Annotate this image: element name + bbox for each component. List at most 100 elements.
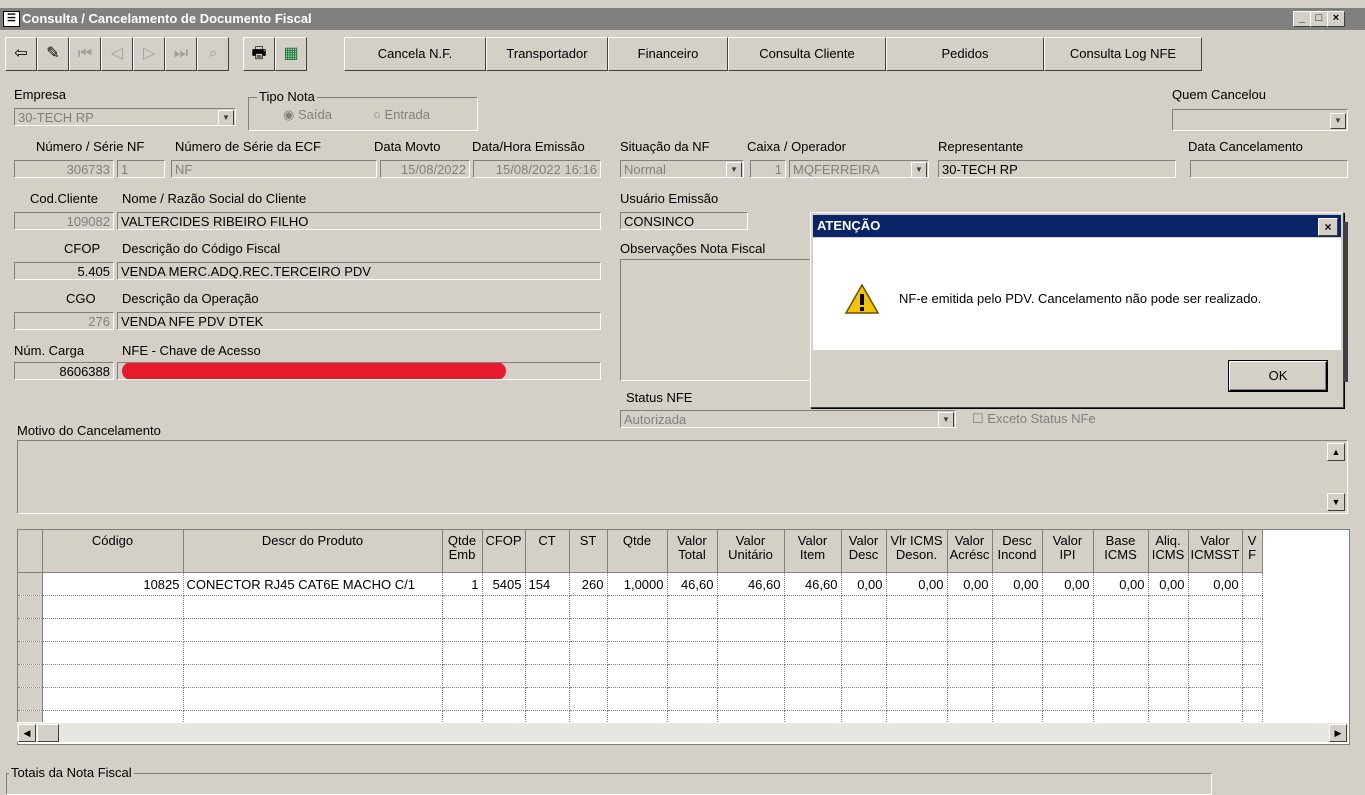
table-cell[interactable] <box>607 641 668 665</box>
eraser-icon[interactable]: ✎ <box>37 37 69 71</box>
grid-header[interactable]: Vlr ICMS Deson. <box>886 530 948 573</box>
table-cell[interactable] <box>667 595 718 619</box>
table-cell[interactable] <box>717 641 785 665</box>
table-cell[interactable] <box>1242 572 1263 596</box>
caixa-field[interactable]: 1 <box>750 160 786 178</box>
grid-header[interactable]: V F <box>1242 530 1263 573</box>
cod-cliente-field[interactable]: 109082 <box>14 212 114 230</box>
table-cell[interactable] <box>947 687 993 711</box>
table-cell[interactable] <box>1093 618 1149 642</box>
table-cell[interactable]: 46,60 <box>667 572 718 596</box>
scroll-left-icon[interactable]: ◀ <box>18 724 36 742</box>
table-cell[interactable]: 154 <box>525 572 570 596</box>
table-cell[interactable] <box>992 664 1043 688</box>
table-cell[interactable] <box>992 687 1043 711</box>
consulta-cliente-button[interactable]: Consulta Cliente <box>728 37 886 71</box>
data-cancelamento-field[interactable] <box>1190 160 1348 178</box>
table-cell[interactable] <box>841 664 887 688</box>
dialog-close-button[interactable]: × <box>1318 218 1338 236</box>
data-movto-field[interactable]: 15/08/2022 <box>380 160 470 178</box>
row-indicator[interactable] <box>18 641 43 665</box>
table-cell[interactable] <box>1148 687 1189 711</box>
next-record-icon[interactable]: ▷ <box>133 37 165 71</box>
table-cell[interactable] <box>1188 687 1243 711</box>
table-cell[interactable] <box>841 641 887 665</box>
table-cell[interactable] <box>607 664 668 688</box>
table-cell[interactable] <box>442 595 483 619</box>
table-cell[interactable]: CONECTOR RJ45 CAT6E MACHO C/1 <box>183 572 443 596</box>
table-cell[interactable]: 10825 <box>42 572 184 596</box>
table-cell[interactable]: 46,60 <box>784 572 842 596</box>
serie-nf-field[interactable]: 1 <box>117 160 165 178</box>
table-cell[interactable]: 0,00 <box>947 572 993 596</box>
table-cell[interactable] <box>482 618 526 642</box>
grid-header[interactable]: Qtde <box>607 530 668 573</box>
table-cell[interactable] <box>525 618 570 642</box>
saida-radio[interactable]: ◉ Saída <box>283 107 332 123</box>
table-cell[interactable] <box>482 641 526 665</box>
status-nfe-select[interactable]: Autorizada ▼ <box>620 410 956 428</box>
table-cell[interactable] <box>841 618 887 642</box>
grid-header[interactable]: ST <box>569 530 608 573</box>
table-cell[interactable] <box>42 618 184 642</box>
chevron-down-icon[interactable]: ▼ <box>938 412 954 427</box>
table-cell[interactable] <box>992 618 1043 642</box>
table-cell[interactable] <box>569 641 608 665</box>
table-cell[interactable] <box>442 641 483 665</box>
exceto-status-checkbox[interactable]: ☐ Exceto Status NFe <box>972 411 1096 427</box>
table-cell[interactable] <box>482 687 526 711</box>
numero-serie-ecf-field[interactable]: NF <box>171 160 377 178</box>
table-cell[interactable] <box>717 618 785 642</box>
table-cell[interactable] <box>841 687 887 711</box>
grid-header[interactable]: CFOP <box>482 530 526 573</box>
table-cell[interactable] <box>1242 641 1263 665</box>
horizontal-scrollbar[interactable]: ◀ ▶ <box>17 722 1348 742</box>
table-cell[interactable] <box>569 687 608 711</box>
table-cell[interactable] <box>1042 664 1094 688</box>
table-cell[interactable] <box>482 664 526 688</box>
table-cell[interactable] <box>482 595 526 619</box>
chevron-down-icon[interactable]: ▼ <box>726 162 742 177</box>
table-cell[interactable] <box>992 641 1043 665</box>
table-cell[interactable]: 0,00 <box>1042 572 1094 596</box>
table-cell[interactable] <box>667 618 718 642</box>
data-emissao-field[interactable]: 15/08/2022 16:16 <box>473 160 601 178</box>
table-cell[interactable]: 0,00 <box>1093 572 1149 596</box>
table-cell[interactable] <box>42 595 184 619</box>
row-indicator[interactable] <box>18 618 43 642</box>
table-cell[interactable] <box>183 618 443 642</box>
table-cell[interactable]: 0,00 <box>886 572 948 596</box>
table-cell[interactable] <box>1242 687 1263 711</box>
row-indicator[interactable] <box>18 595 43 619</box>
table-cell[interactable] <box>784 595 842 619</box>
table-cell[interactable] <box>1042 687 1094 711</box>
table-cell[interactable] <box>442 664 483 688</box>
binoculars-icon[interactable]: ⌕ <box>197 37 229 71</box>
table-cell[interactable] <box>569 664 608 688</box>
table-cell[interactable]: 0,00 <box>1148 572 1189 596</box>
cfop-field[interactable]: 5.405 <box>14 262 114 280</box>
table-cell[interactable] <box>1242 664 1263 688</box>
table-cell[interactable]: 260 <box>569 572 608 596</box>
table-cell[interactable] <box>569 595 608 619</box>
table-cell[interactable] <box>1188 641 1243 665</box>
grid-header[interactable]: Valor Desc <box>841 530 887 573</box>
cancela-nf-button[interactable]: Cancela N.F. <box>344 37 486 71</box>
table-cell[interactable] <box>886 664 948 688</box>
table-cell[interactable] <box>886 641 948 665</box>
table-cell[interactable] <box>667 687 718 711</box>
grid-header[interactable]: Código <box>42 530 184 573</box>
table-cell[interactable] <box>1148 618 1189 642</box>
first-record-icon[interactable]: ⏮ <box>69 37 101 71</box>
grid-header[interactable]: Descr do Produto <box>183 530 443 573</box>
exit-icon[interactable]: ⇦ <box>5 37 37 71</box>
table-cell[interactable] <box>886 595 948 619</box>
row-indicator[interactable] <box>18 687 43 711</box>
usuario-emissao-field[interactable]: CONSINCO <box>620 212 748 230</box>
table-row[interactable] <box>18 595 1263 619</box>
table-cell[interactable]: 0,00 <box>992 572 1043 596</box>
transportador-button[interactable]: Transportador <box>486 37 608 71</box>
table-cell[interactable] <box>42 687 184 711</box>
table-cell[interactable] <box>841 595 887 619</box>
observacoes-textarea[interactable] <box>620 259 812 381</box>
